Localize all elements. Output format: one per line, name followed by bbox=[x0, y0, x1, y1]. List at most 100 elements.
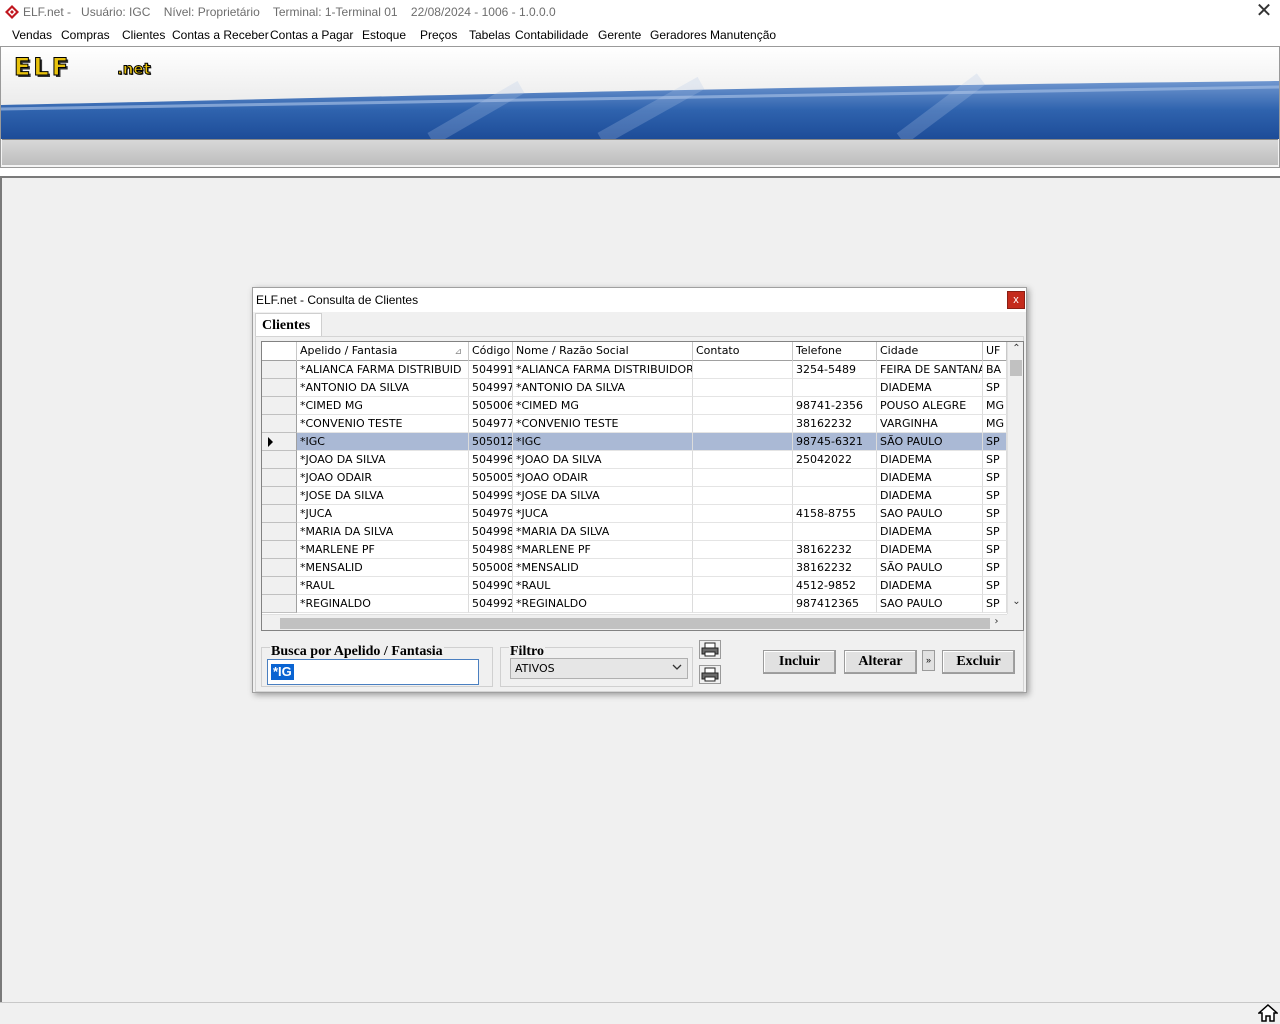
cell-contato[interactable] bbox=[693, 523, 793, 541]
table-row[interactable]: *ALIANCA FARMA DISTRIBUID 504991 *ALIANCA … bbox=[262, 361, 1007, 379]
table-row[interactable]: *IGC 505012 *IGC 98745-6321 SÃO PAULO SP bbox=[262, 433, 1007, 451]
cell-apelido[interactable]: *RAUL bbox=[297, 577, 469, 595]
cell-codigo[interactable]: 505005 bbox=[469, 469, 513, 487]
header-codigo[interactable]: Código bbox=[469, 342, 513, 361]
menu-contas-a-receber[interactable]: Contas a Receber bbox=[172, 28, 269, 42]
cell-nome[interactable]: *IGC bbox=[513, 433, 693, 451]
cell-cidade[interactable]: SAO PAULO bbox=[877, 595, 983, 613]
menu-compras[interactable]: Compras bbox=[61, 28, 110, 42]
filter-select[interactable]: ATIVOS bbox=[510, 658, 688, 679]
header-cidade[interactable]: Cidade bbox=[877, 342, 983, 361]
cell-contato[interactable] bbox=[693, 451, 793, 469]
cell-codigo[interactable]: 505008 bbox=[469, 559, 513, 577]
cell-codigo[interactable]: 504992 bbox=[469, 595, 513, 613]
print-button[interactable] bbox=[699, 640, 721, 659]
print-preview-button[interactable] bbox=[699, 665, 721, 684]
row-indicator[interactable] bbox=[262, 397, 297, 415]
cell-uf[interactable]: SP bbox=[983, 541, 1007, 559]
cell-contato[interactable] bbox=[693, 397, 793, 415]
scroll-right-icon[interactable]: › bbox=[988, 616, 1005, 627]
cell-uf[interactable]: SP bbox=[983, 487, 1007, 505]
cell-nome[interactable]: *MARIA DA SILVA bbox=[513, 523, 693, 541]
table-row[interactable]: *JOAO DA SILVA 504996 *JOAO DA SILVA 250420… bbox=[262, 451, 1007, 469]
cell-uf[interactable]: MG bbox=[983, 415, 1007, 433]
table-row[interactable]: *RAUL 504990 *RAUL 4512-9852 DIADEMA SP bbox=[262, 577, 1007, 595]
cell-contato[interactable] bbox=[693, 541, 793, 559]
table-row[interactable]: *MARLENE PF 504989 *MARLENE PF 38162232 DIAD… bbox=[262, 541, 1007, 559]
cell-uf[interactable]: SP bbox=[983, 595, 1007, 613]
cell-codigo[interactable]: 504977 bbox=[469, 415, 513, 433]
cell-nome[interactable]: *MARLENE PF bbox=[513, 541, 693, 559]
cell-telefone[interactable]: 98745-6321 bbox=[793, 433, 877, 451]
cell-uf[interactable]: SP bbox=[983, 523, 1007, 541]
scroll-down-icon[interactable]: ⌄ bbox=[1008, 596, 1023, 607]
menu-estoque[interactable]: Estoque bbox=[362, 28, 406, 42]
cell-uf[interactable]: SP bbox=[983, 433, 1007, 451]
row-indicator[interactable] bbox=[262, 541, 297, 559]
cell-apelido[interactable]: *JOAO ODAIR bbox=[297, 469, 469, 487]
clientes-grid[interactable]: Apelido / Fantasia ⊿ Código Nome / Razão… bbox=[261, 341, 1024, 631]
row-indicator[interactable] bbox=[262, 523, 297, 541]
cell-telefone[interactable]: 4158-8755 bbox=[793, 505, 877, 523]
cell-telefone[interactable]: 38162232 bbox=[793, 559, 877, 577]
cell-cidade[interactable]: DIADEMA bbox=[877, 379, 983, 397]
table-row[interactable]: *JOSE DA SILVA 504999 *JOSE DA SILVA DIADEM… bbox=[262, 487, 1007, 505]
incluir-button[interactable]: Incluir bbox=[763, 650, 836, 674]
cell-uf[interactable]: SP bbox=[983, 559, 1007, 577]
cell-apelido[interactable]: *CONVENIO TESTE bbox=[297, 415, 469, 433]
cell-uf[interactable]: SP bbox=[983, 469, 1007, 487]
cell-contato[interactable] bbox=[693, 415, 793, 433]
table-row[interactable]: *JUCA 504979 *JUCA 4158-8755 SAO PAULO SP bbox=[262, 505, 1007, 523]
row-indicator[interactable] bbox=[262, 469, 297, 487]
cell-contato[interactable] bbox=[693, 595, 793, 613]
more-options-button[interactable]: » bbox=[922, 650, 935, 671]
cell-nome[interactable]: *JOAO DA SILVA bbox=[513, 451, 693, 469]
cell-telefone[interactable]: 3254-5489 bbox=[793, 361, 877, 379]
cell-apelido[interactable]: *JOSE DA SILVA bbox=[297, 487, 469, 505]
cell-nome[interactable]: *MENSALID bbox=[513, 559, 693, 577]
cell-uf[interactable]: SP bbox=[983, 451, 1007, 469]
cell-apelido[interactable]: *JOAO DA SILVA bbox=[297, 451, 469, 469]
menu-precos[interactable]: Preços bbox=[420, 28, 457, 42]
cell-codigo[interactable]: 505012 bbox=[469, 433, 513, 451]
vertical-scroll-thumb[interactable] bbox=[1010, 360, 1022, 376]
row-indicator[interactable] bbox=[262, 559, 297, 577]
cell-codigo[interactable]: 504996 bbox=[469, 451, 513, 469]
cell-telefone[interactable] bbox=[793, 469, 877, 487]
header-telefone[interactable]: Telefone bbox=[793, 342, 877, 361]
cell-apelido[interactable]: *JUCA bbox=[297, 505, 469, 523]
alterar-button[interactable]: Alterar bbox=[844, 650, 917, 674]
menu-tabelas[interactable]: Tabelas bbox=[469, 28, 510, 42]
cell-uf[interactable]: SP bbox=[983, 577, 1007, 595]
table-row[interactable]: *MARIA DA SILVA 504998 *MARIA DA SILVA DIAD… bbox=[262, 523, 1007, 541]
cell-cidade[interactable]: SÃO PAULO bbox=[877, 559, 983, 577]
scroll-up-icon[interactable]: ⌃ bbox=[1008, 343, 1023, 354]
cell-telefone[interactable]: 38162232 bbox=[793, 541, 877, 559]
row-indicator[interactable] bbox=[262, 361, 297, 379]
row-indicator[interactable] bbox=[262, 595, 297, 613]
cell-telefone[interactable] bbox=[793, 523, 877, 541]
cell-contato[interactable] bbox=[693, 469, 793, 487]
cell-codigo[interactable]: 505006 bbox=[469, 397, 513, 415]
cell-apelido[interactable]: *MARIA DA SILVA bbox=[297, 523, 469, 541]
cell-apelido[interactable]: *MENSALID bbox=[297, 559, 469, 577]
cell-cidade[interactable]: DIADEMA bbox=[877, 577, 983, 595]
cell-cidade[interactable]: FEIRA DE SANTANA bbox=[877, 361, 983, 379]
cell-apelido[interactable]: *MARLENE PF bbox=[297, 541, 469, 559]
header-uf[interactable]: UF bbox=[983, 342, 1007, 361]
cell-nome[interactable]: *ALIANCA FARMA DISTRIBUIDOR bbox=[513, 361, 693, 379]
home-icon[interactable] bbox=[1258, 1004, 1278, 1022]
cell-nome[interactable]: *ANTONIO DA SILVA bbox=[513, 379, 693, 397]
cell-telefone[interactable] bbox=[793, 379, 877, 397]
cell-nome[interactable]: *REGINALDO bbox=[513, 595, 693, 613]
cell-cidade[interactable]: SÃO PAULO bbox=[877, 433, 983, 451]
cell-telefone[interactable]: 987412365 bbox=[793, 595, 877, 613]
cell-nome[interactable]: *JUCA bbox=[513, 505, 693, 523]
cell-nome[interactable]: *JOSE DA SILVA bbox=[513, 487, 693, 505]
menu-manutencao[interactable]: Manutenção bbox=[710, 28, 776, 42]
cell-cidade[interactable]: SAO PAULO bbox=[877, 505, 983, 523]
row-indicator[interactable] bbox=[262, 379, 297, 397]
cell-cidade[interactable]: DIADEMA bbox=[877, 451, 983, 469]
table-row[interactable]: *JOAO ODAIR 505005 *JOAO ODAIR DIADEMA SP bbox=[262, 469, 1007, 487]
cell-apelido[interactable]: *ALIANCA FARMA DISTRIBUID bbox=[297, 361, 469, 379]
